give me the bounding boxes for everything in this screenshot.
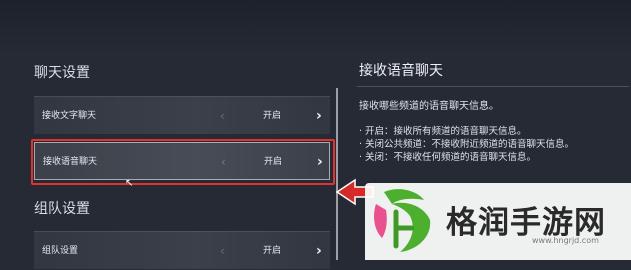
team-settings-section-title: 组队设置 (34, 201, 90, 217)
row-value: 开启 (262, 246, 281, 256)
chat-settings-section-title: 聊天设置 (34, 65, 90, 81)
detail-description: 接收哪些频道的语音聊天信息。 (359, 101, 499, 112)
settings-row-team[interactable]: 组队设置 ‹ 开启 › (34, 231, 330, 269)
settings-row-text-chat[interactable]: 接收文字聊天 ‹ 开启 › (34, 96, 330, 134)
detail-divider (357, 86, 629, 87)
watermark-url: www.hngrjd.com (532, 236, 599, 245)
row-value: 开启 (262, 111, 281, 121)
site-logo-icon (374, 189, 431, 252)
chevron-left-icon[interactable]: ‹ (220, 97, 225, 135)
detail-title: 接收语音聊天 (359, 63, 443, 79)
detail-bullet-list: · 开启：接收所有频道的语音聊天信息。 · 关闭公共频道：不接收附近频道的语音聊… (359, 125, 574, 164)
mouse-cursor-icon: ↖ (125, 178, 134, 189)
chevron-right-icon[interactable]: › (316, 232, 322, 270)
chevron-left-icon[interactable]: ‹ (220, 232, 225, 270)
detail-bullet: · 开启：接收所有频道的语音聊天信息。 (359, 126, 527, 137)
settings-list-panel: 聊天设置 接收文字聊天 ‹ 开启 › 接收语音聊天 ‹ 开启 › ↖ 组队设置 … (0, 0, 340, 269)
row-label: 组队设置 (42, 246, 79, 256)
row-label: 接收文字聊天 (42, 111, 97, 121)
detail-bullet: · 关闭公共频道：不接收附近频道的语音聊天信息。 (359, 139, 575, 150)
scrollbar[interactable] (336, 88, 338, 260)
chevron-right-icon[interactable]: › (316, 97, 322, 135)
detail-bullet: · 关闭：不接收任何频道的语音聊天信息。 (359, 152, 537, 163)
highlight-annotation-box (31, 139, 335, 185)
